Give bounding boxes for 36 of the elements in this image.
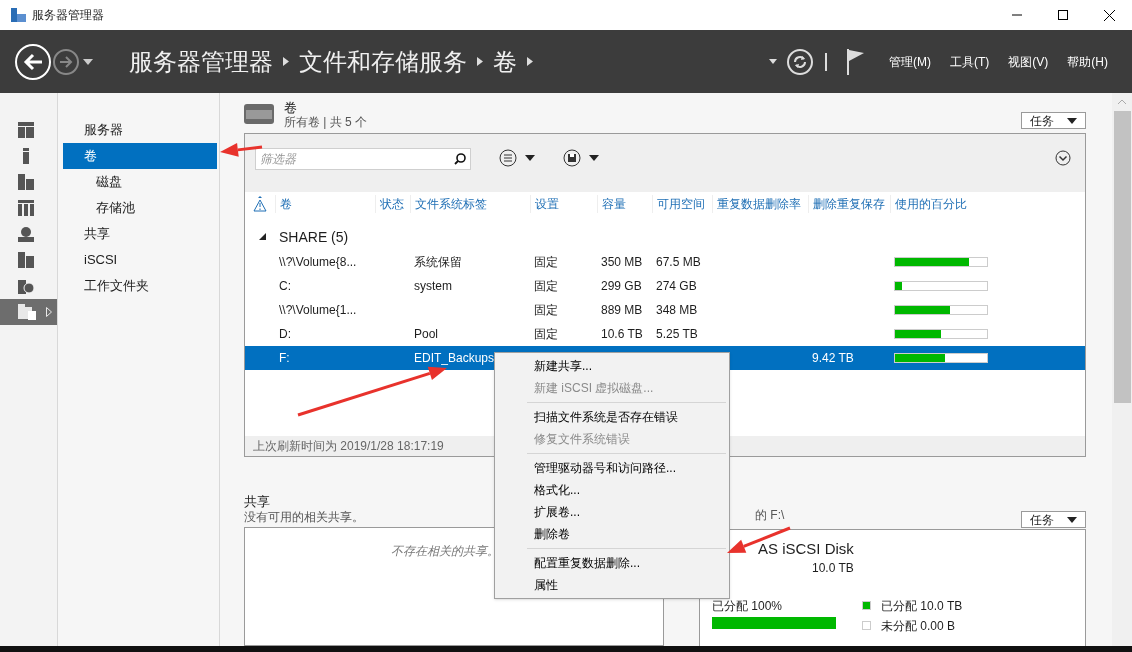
section-subtitle: 的 F:\ (755, 507, 785, 524)
table-cell-text: 系统保留 (413, 254, 463, 271)
section-subtitle: 没有可用的相关共享。 (244, 509, 364, 525)
table-cell-text: 299 GB (600, 278, 643, 295)
table-cell-text: 274 GB (655, 278, 698, 295)
table-cell-text: 348 MB (655, 302, 699, 319)
empty-message: 不存在相关的共享。 (391, 543, 499, 560)
disk-size: 10.0 TB (812, 560, 855, 575)
table-cell-text: 889 MB (600, 302, 644, 319)
table-cell-text: \\?\Volume{8... (278, 254, 358, 271)
table-cell-text: 固定 (533, 302, 559, 319)
window-title: 服务器管理器 (32, 7, 104, 24)
table-cell-text: F: (278, 350, 291, 367)
section-subtitle: 所有卷 | 共 5 个 (284, 115, 368, 129)
table-cell-text: 9.42 TB (811, 350, 855, 367)
table-cell-text: 5.25 TB (655, 326, 699, 343)
table-cell-text: 固定 (533, 254, 559, 271)
table-cell-text: EDIT_Backups (413, 350, 496, 367)
disk-name: AS iSCSI Disk (758, 539, 855, 559)
allocation-text: 已分配 100% (712, 598, 783, 613)
table-cell-text: D: (278, 326, 292, 343)
table-cell-text: \\?\Volume{1... (278, 302, 358, 319)
table-cell-text: Pool (413, 326, 440, 343)
table-cell-text: 10.6 TB (600, 326, 644, 343)
table-cell-text: 固定 (533, 278, 559, 295)
group-label: SHARE (5) (279, 227, 349, 247)
table-cell-text: 350 MB (600, 254, 644, 271)
table-cell-text: system (413, 278, 453, 295)
section-title: 卷 (284, 101, 298, 115)
table-cell-text: 固定 (533, 326, 559, 343)
legend-label: 未分配 0.00 B (881, 617, 956, 635)
section-title: 共享 (244, 495, 271, 509)
table-cell-text: C: (278, 278, 292, 295)
refresh-time-text: 上次刷新时间为 2019/1/28 18:17:19 (253, 438, 444, 455)
table-cell-text: 67.5 MB (655, 254, 702, 271)
legend-label: 已分配 10.0 TB (881, 597, 963, 615)
